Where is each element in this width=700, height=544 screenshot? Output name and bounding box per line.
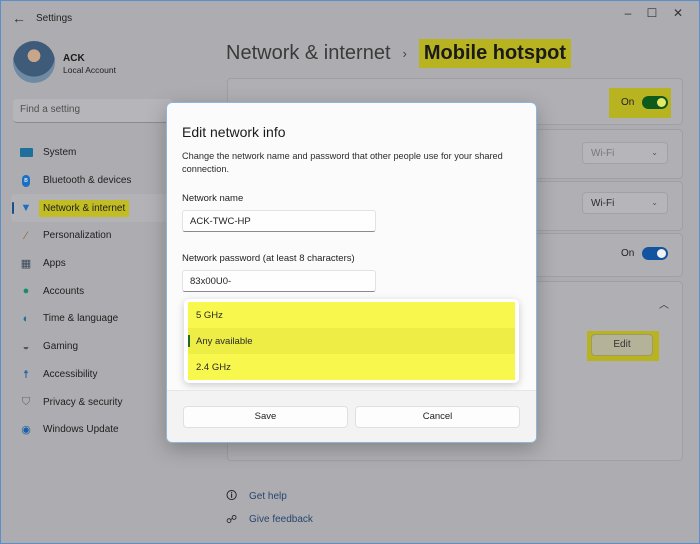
sidebar-item-label: Network & internet [39,199,130,217]
chevron-down-icon: ⌄ [651,198,658,207]
close-button[interactable]: ✕ [667,6,689,20]
brush-icon: ⁄ [25,229,27,242]
power-saving-toggle-group[interactable]: On [621,247,669,260]
sidebar-item-network[interactable]: ▼ Network & internet [11,194,171,223]
breadcrumb: Network & internet › Mobile hotspot [226,39,572,68]
give-feedback-link[interactable]: ☍ Give feedback [226,508,313,531]
back-arrow-icon[interactable]: ← [12,10,26,26]
sidebar-item-label: Apps [43,258,66,270]
shield-icon: ⛉ [21,395,31,408]
sidebar-item-label: Bluetooth & devices [43,175,132,187]
account-type: Local Account [63,65,116,75]
hotspot-state-label: On [621,97,635,108]
minimize-button[interactable]: – [617,6,639,20]
edit-network-dialog: Edit network info Change the network nam… [166,102,537,443]
sidebar-item-personalization[interactable]: ⁄ Personalization [11,222,171,250]
share-from-select[interactable]: Wi-Fi ⌄ [582,142,668,164]
gamepad-icon: ◒ [22,340,30,353]
password-input[interactable] [182,270,376,292]
wifi-icon: ▼ [20,202,32,215]
chevron-down-icon: ⌄ [651,148,658,157]
hotspot-toggle[interactable] [642,96,669,109]
band-option-any[interactable]: Any available [188,328,515,354]
sidebar-item-label: Personalization [43,230,112,242]
band-dropdown-list: 5 GHz Any available 2.4 GHz [184,299,519,383]
maximize-button[interactable]: ☐ [641,6,663,20]
get-help-label: Get help [249,491,287,502]
help-links: 🛈 Get help ☍ Give feedback [226,485,313,531]
breadcrumb-separator: › [402,46,407,61]
feedback-icon: ☍ [226,514,238,526]
person-icon: ● [22,285,30,298]
avatar [13,41,55,83]
save-button[interactable]: Save [183,406,348,428]
sidebar-item-label: System [43,147,77,159]
app-title: Settings [36,13,73,24]
dialog-footer: Save Cancel [167,390,536,442]
apps-icon: ▦ [20,258,32,271]
network-name-input[interactable] [182,210,376,232]
share-over-select[interactable]: Wi-Fi ⌄ [582,192,668,214]
bluetooth-icon: ʙ [19,174,33,188]
edit-button[interactable]: Edit [591,334,653,356]
hotspot-toggle-group[interactable]: On [621,96,669,109]
sidebar-item-privacy[interactable]: ⛉ Privacy & security [11,388,171,416]
sidebar-item-label: Privacy & security [43,396,123,408]
active-indicator [12,202,14,215]
sidebar-item-windows-update[interactable]: ◉ Windows Update [11,416,171,444]
system-icon [19,146,33,160]
user-name: ACK [63,53,85,64]
sidebar-nav: System ʙ Bluetooth & devices ▼ Network &… [11,139,171,444]
dialog-title: Edit network info [182,124,286,140]
password-label: Network password (at least 8 characters) [182,253,355,264]
sidebar-item-label: Gaming [43,341,79,353]
sidebar-item-accounts[interactable]: ● Accounts [11,277,171,305]
power-saving-toggle[interactable] [642,247,669,260]
breadcrumb-parent[interactable]: Network & internet [226,42,391,65]
band-option-5ghz[interactable]: 5 GHz [188,302,515,328]
share-from-value: Wi-Fi [591,148,615,159]
sidebar-item-system[interactable]: System [11,139,171,167]
chevron-up-icon[interactable]: ︿ [659,296,669,311]
sidebar-item-bluetooth[interactable]: ʙ Bluetooth & devices [11,167,171,195]
globe-clock-icon: ◐ [22,312,30,325]
sidebar-item-gaming[interactable]: ◒ Gaming [11,333,171,361]
settings-window: ← Settings – ☐ ✕ ACK Local Account Find … [0,0,700,544]
get-help-link[interactable]: 🛈 Get help [226,485,313,508]
give-feedback-label: Give feedback [249,514,313,525]
band-option-2-4ghz[interactable]: 2.4 GHz [188,354,515,380]
dialog-description: Change the network name and password tha… [182,151,503,174]
sidebar-item-time-language[interactable]: ◐ Time & language [11,305,171,333]
share-over-value: Wi-Fi [591,198,615,209]
sidebar-item-label: Accessibility [43,368,98,380]
sidebar-item-apps[interactable]: ▦ Apps [11,250,171,278]
title-bar: ← Settings – ☐ ✕ [1,1,699,35]
network-name-label: Network name [182,193,244,204]
sidebar-item-label: Windows Update [43,424,119,436]
page-title: Mobile hotspot [418,39,572,68]
sidebar-item-label: Time & language [43,313,119,325]
sidebar-item-accessibility[interactable]: ☨ Accessibility [11,361,171,389]
sidebar-item-label: Accounts [43,285,85,297]
cancel-button[interactable]: Cancel [355,406,520,428]
search-input[interactable]: Find a setting [13,99,173,123]
power-saving-state-label: On [621,248,635,259]
update-icon: ◉ [21,424,31,437]
help-icon: 🛈 [226,490,238,502]
accessibility-icon: ☨ [23,368,29,381]
